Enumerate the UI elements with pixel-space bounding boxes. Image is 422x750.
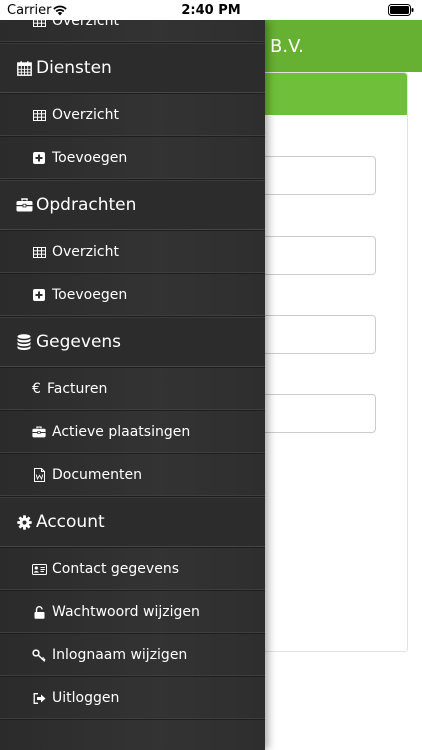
menu-item-label: Overzicht <box>52 107 119 123</box>
menu-header-account[interactable]: Account <box>0 497 265 548</box>
menu-item-label: Toevoegen <box>52 150 128 166</box>
menu-item-label: Wachtwoord wijzigen <box>52 604 200 620</box>
navigation-drawer: Overzicht Diensten Overzicht Toevoegen O… <box>0 20 265 750</box>
menu-item-documenten[interactable]: Documenten <box>0 454 265 497</box>
menu-header-gegevens[interactable]: Gegevens <box>0 317 265 368</box>
key-icon <box>31 647 47 663</box>
menu-header-diensten[interactable]: Diensten <box>0 43 265 94</box>
menu-item-diensten-overzicht-top[interactable]: Overzicht <box>0 20 265 43</box>
menu-item-inlognaam-wijzigen[interactable]: Inlognaam wijzigen <box>0 634 265 677</box>
table-icon <box>31 20 47 29</box>
menu-item-diensten-toevoegen[interactable]: Toevoegen <box>0 137 265 180</box>
menu-header-label: Opdrachten <box>36 195 137 215</box>
menu-item-diensten-overzicht[interactable]: Overzicht <box>0 94 265 137</box>
menu-item-contact-gegevens[interactable]: Contact gegevens <box>0 548 265 591</box>
database-icon <box>15 333 33 351</box>
menu-header-label: Gegevens <box>36 332 122 352</box>
menu-spacer <box>0 720 265 750</box>
status-bar: Carrier 2:40 PM <box>0 0 422 20</box>
menu-item-label: Inlognaam wijzigen <box>52 647 188 663</box>
menu-item-label: Overzicht <box>52 244 119 260</box>
plus-square-icon <box>31 287 47 303</box>
calendar-icon <box>15 59 33 77</box>
menu-item-uitloggen[interactable]: Uitloggen <box>0 677 265 720</box>
menu-item-label: Uitloggen <box>52 690 120 706</box>
table-icon <box>31 107 47 123</box>
menu-item-label: Actieve plaatsingen <box>52 424 191 440</box>
euro-icon: € <box>32 381 41 397</box>
menu-item-label: Facturen <box>47 381 108 397</box>
menu-item-opdrachten-overzicht[interactable]: Overzicht <box>0 231 265 274</box>
contact-card-icon <box>31 561 47 577</box>
menu-header-label: Account <box>36 512 105 532</box>
gear-icon <box>15 513 33 531</box>
word-document-icon <box>31 467 47 483</box>
menu-item-opdrachten-toevoegen[interactable]: Toevoegen <box>0 274 265 317</box>
menu-header-label: Diensten <box>36 58 112 78</box>
briefcase-icon <box>15 196 33 214</box>
battery-icon <box>388 4 414 20</box>
menu-item-label: Overzicht <box>52 20 119 29</box>
menu-item-actieve-plaatsingen[interactable]: Actieve plaatsingen <box>0 411 265 454</box>
menu-header-opdrachten[interactable]: Opdrachten <box>0 180 265 231</box>
menu-item-wachtwoord-wijzigen[interactable]: Wachtwoord wijzigen <box>0 591 265 634</box>
table-icon <box>31 244 47 260</box>
clock: 2:40 PM <box>181 3 241 18</box>
menu-item-label: Documenten <box>52 467 143 483</box>
plus-square-icon <box>31 150 47 166</box>
briefcase-icon <box>31 424 47 440</box>
company-name: B.V. <box>270 36 304 57</box>
menu-item-label: Contact gegevens <box>52 561 179 577</box>
unlock-icon <box>31 604 47 620</box>
logout-icon <box>31 690 47 706</box>
menu-item-facturen[interactable]: € Facturen <box>0 368 265 411</box>
menu-item-label: Toevoegen <box>52 287 128 303</box>
